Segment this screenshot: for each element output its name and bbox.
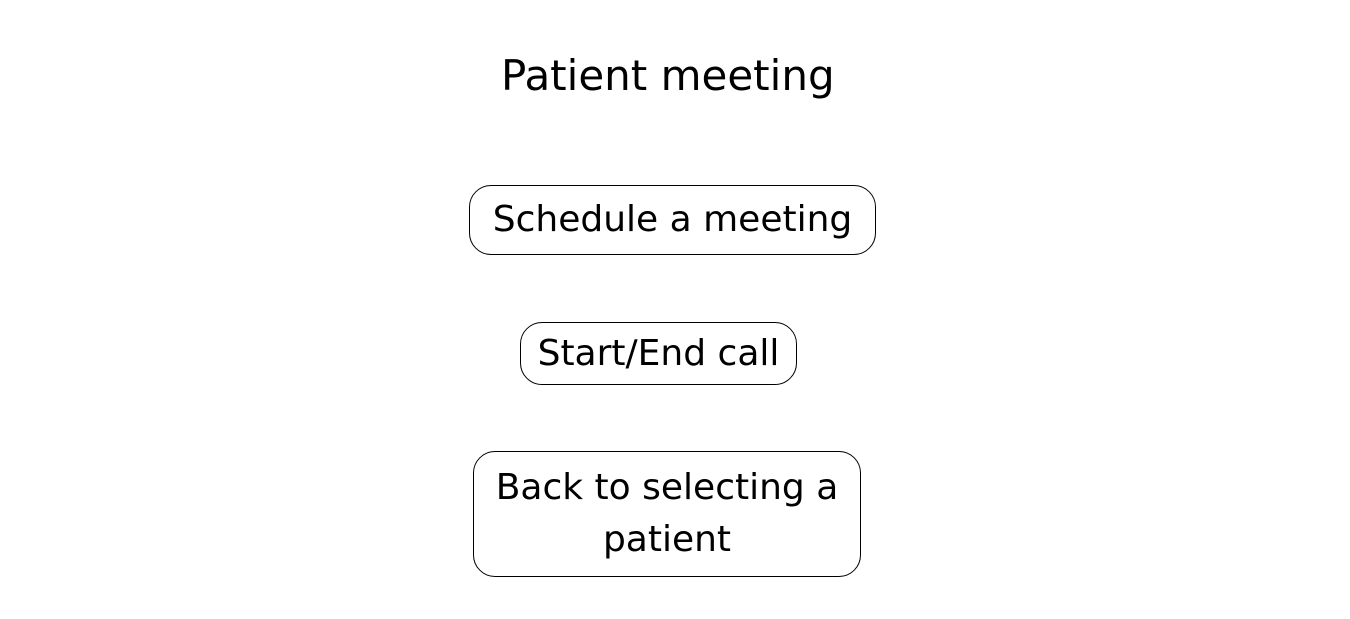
schedule-meeting-label: Schedule a meeting — [492, 199, 853, 240]
back-to-patient-selection-button[interactable]: Back to selecting a patient — [473, 451, 861, 577]
start-end-call-label: Start/End call — [537, 332, 780, 374]
back-to-patient-selection-label: Back to selecting a patient — [495, 467, 839, 560]
page-title: Patient meeting — [501, 51, 835, 100]
schedule-meeting-button[interactable]: Schedule a meeting — [469, 185, 876, 255]
start-end-call-button[interactable]: Start/End call — [520, 322, 797, 385]
